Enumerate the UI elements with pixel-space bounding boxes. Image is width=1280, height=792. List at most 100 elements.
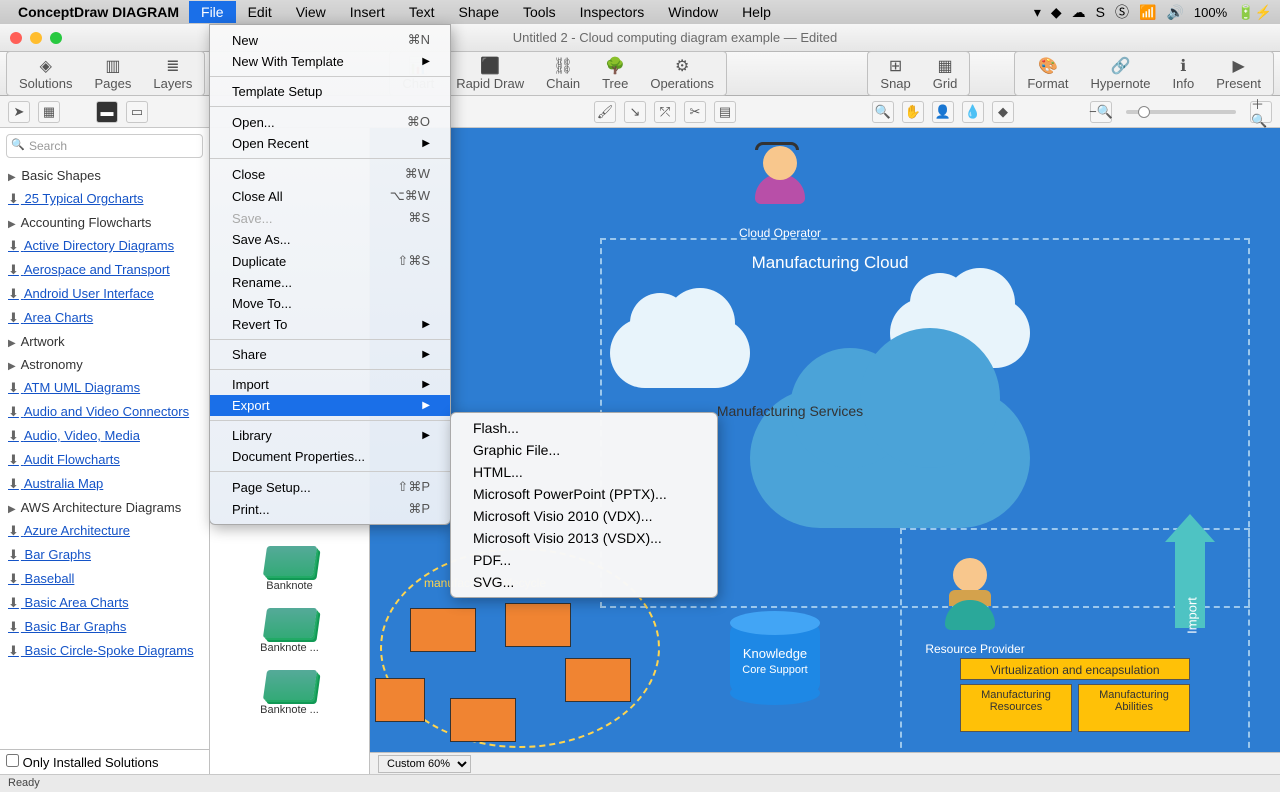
library-item[interactable]: ⬇ Audio, Video, Media: [4, 424, 205, 448]
menu-file[interactable]: File: [189, 1, 236, 23]
fill-dark-tool[interactable]: ▬: [96, 101, 118, 123]
fill-light-tool[interactable]: ▭: [126, 101, 148, 123]
menu-inspectors[interactable]: Inspectors: [568, 1, 657, 23]
zoom-in-button[interactable]: ＋🔍: [1250, 101, 1272, 123]
menu-item-import[interactable]: Import▶: [210, 374, 450, 395]
toolbar-present[interactable]: ▶Present: [1206, 54, 1271, 93]
toolbar-operations[interactable]: ⚙Operations: [640, 54, 724, 93]
volume-icon[interactable]: 🔊: [1166, 4, 1183, 21]
shape-item[interactable]: Banknote ...: [210, 600, 369, 662]
wifi-icon[interactable]: 📶: [1139, 4, 1156, 21]
pointer-tool[interactable]: ➤: [8, 101, 30, 123]
toolbar-format[interactable]: 🎨Format: [1017, 54, 1078, 93]
toolbar-grid[interactable]: ▦Grid: [923, 54, 968, 93]
window-minimize-button[interactable]: [30, 32, 42, 44]
menu-view[interactable]: View: [284, 1, 338, 23]
person-tool[interactable]: 👤: [932, 101, 954, 123]
skype-icon[interactable]: Ⓢ: [1115, 2, 1129, 22]
menu-insert[interactable]: Insert: [338, 1, 397, 23]
shape-item[interactable]: Banknote ...: [210, 662, 369, 724]
menu-item-print-[interactable]: Print...⌘P: [210, 498, 450, 520]
toolbar-pages[interactable]: ▥Pages: [84, 54, 141, 93]
menu-item-template-setup[interactable]: Template Setup: [210, 81, 450, 102]
vlc-icon[interactable]: ▾: [1034, 4, 1041, 21]
library-item[interactable]: ⬇ Baseball: [4, 567, 205, 591]
window-close-button[interactable]: [10, 32, 22, 44]
menu-item-share[interactable]: Share▶: [210, 344, 450, 365]
menu-text[interactable]: Text: [397, 1, 447, 23]
menu-item-close-all[interactable]: Close All⌥⌘W: [210, 185, 450, 207]
library-item[interactable]: ⬇ Basic Circle-Spoke Diagrams: [4, 639, 205, 663]
menu-item-document-properties-[interactable]: Document Properties...: [210, 446, 450, 467]
connector-tool-3[interactable]: ✂: [684, 101, 706, 123]
library-item[interactable]: ⬇ Bar Graphs: [4, 543, 205, 567]
library-item[interactable]: ⬇ Aerospace and Transport: [4, 258, 205, 282]
window-maximize-button[interactable]: [50, 32, 62, 44]
export-item-graphic-file-[interactable]: Graphic File...: [451, 439, 717, 461]
library-item[interactable]: ⬇ 25 Typical Orgcharts: [4, 187, 205, 211]
menu-item-rename-[interactable]: Rename...: [210, 272, 450, 293]
toolbar-hypernote[interactable]: 🔗Hypernote: [1081, 54, 1161, 93]
cloud-icon[interactable]: ☁: [1072, 4, 1086, 21]
toolbar-snap[interactable]: ⊞Snap: [870, 54, 920, 93]
page-tool[interactable]: ▤: [714, 101, 736, 123]
menu-help[interactable]: Help: [730, 1, 783, 23]
menu-item-export[interactable]: Export▶: [210, 395, 450, 416]
menu-item-library[interactable]: Library▶: [210, 425, 450, 446]
menu-item-move-to-[interactable]: Move To...: [210, 293, 450, 314]
only-installed-check[interactable]: [6, 754, 19, 767]
menu-item-page-setup-[interactable]: Page Setup...⇧⌘P: [210, 476, 450, 498]
library-item[interactable]: ⬇ Basic Area Charts: [4, 591, 205, 615]
toolbar-rapid-draw[interactable]: ⬛Rapid Draw: [446, 54, 534, 93]
library-item[interactable]: ⬇ Active Directory Diagrams: [4, 234, 205, 258]
library-item[interactable]: ▶ Astronomy: [4, 353, 205, 376]
menu-item-revert-to[interactable]: Revert To▶: [210, 314, 450, 335]
zoom-tool[interactable]: 🔍: [872, 101, 894, 123]
connector-tool-1[interactable]: ↘: [624, 101, 646, 123]
eraser-tool[interactable]: ◆: [992, 101, 1014, 123]
library-item[interactable]: ▶ AWS Architecture Diagrams: [4, 496, 205, 519]
toolbar-solutions[interactable]: ◈Solutions: [9, 54, 82, 93]
menu-tools[interactable]: Tools: [511, 1, 568, 23]
library-item[interactable]: ⬇ Audit Flowcharts: [4, 448, 205, 472]
library-item[interactable]: ⬇ Audio and Video Connectors: [4, 400, 205, 424]
diamond-icon[interactable]: ◆: [1051, 4, 1062, 21]
hand-tool[interactable]: ✋: [902, 101, 924, 123]
search-input[interactable]: Search: [6, 134, 203, 158]
battery-icon[interactable]: 🔋⚡: [1237, 4, 1272, 21]
brush-tool[interactable]: 🖌: [594, 101, 616, 123]
export-item-flash-[interactable]: Flash...: [451, 417, 717, 439]
only-installed-checkbox[interactable]: Only Installed Solutions: [0, 749, 209, 774]
menu-edit[interactable]: Edit: [236, 1, 284, 23]
toolbar-tree[interactable]: 🌳Tree: [592, 54, 638, 93]
s-icon[interactable]: S: [1096, 4, 1105, 20]
menu-item-open-[interactable]: Open...⌘O: [210, 111, 450, 133]
export-item-microsoft-visio-vdx-[interactable]: Microsoft Visio 2010 (VDX)...: [451, 505, 717, 527]
toolbar-chain[interactable]: ⛓Chain: [536, 54, 590, 93]
export-item-microsoft-visio-vsdx-[interactable]: Microsoft Visio 2013 (VSDX)...: [451, 527, 717, 549]
library-item[interactable]: ⬇ Basic Bar Graphs: [4, 615, 205, 639]
library-item[interactable]: ▶ Basic Shapes: [4, 164, 205, 187]
library-item[interactable]: ▶ Accounting Flowcharts: [4, 211, 205, 234]
menu-item-save-as-[interactable]: Save As...: [210, 229, 450, 250]
zoom-select[interactable]: Custom 60%: [378, 755, 471, 773]
menu-item-close[interactable]: Close⌘W: [210, 163, 450, 185]
export-item-svg-[interactable]: SVG...: [451, 571, 717, 593]
library-item[interactable]: ⬇ Android User Interface: [4, 282, 205, 306]
library-item[interactable]: ⬇ Australia Map: [4, 472, 205, 496]
eyedropper-tool[interactable]: 💧: [962, 101, 984, 123]
select-tool[interactable]: ▦: [38, 101, 60, 123]
menu-item-open-recent[interactable]: Open Recent▶: [210, 133, 450, 154]
export-item-html-[interactable]: HTML...: [451, 461, 717, 483]
zoom-slider[interactable]: [1126, 110, 1236, 114]
toolbar-layers[interactable]: ≣Layers: [143, 54, 202, 93]
menu-item-new[interactable]: New⌘N: [210, 29, 450, 51]
menu-item-duplicate[interactable]: Duplicate⇧⌘S: [210, 250, 450, 272]
export-item-microsoft-powerpoint-pptx-[interactable]: Microsoft PowerPoint (PPTX)...: [451, 483, 717, 505]
library-item[interactable]: ⬇ Area Charts: [4, 306, 205, 330]
export-item-pdf-[interactable]: PDF...: [451, 549, 717, 571]
menu-item-new-with-template[interactable]: New With Template▶: [210, 51, 450, 72]
library-item[interactable]: ⬇ ATM UML Diagrams: [4, 376, 205, 400]
shape-item[interactable]: Banknote: [210, 538, 369, 600]
menu-shape[interactable]: Shape: [447, 1, 511, 23]
